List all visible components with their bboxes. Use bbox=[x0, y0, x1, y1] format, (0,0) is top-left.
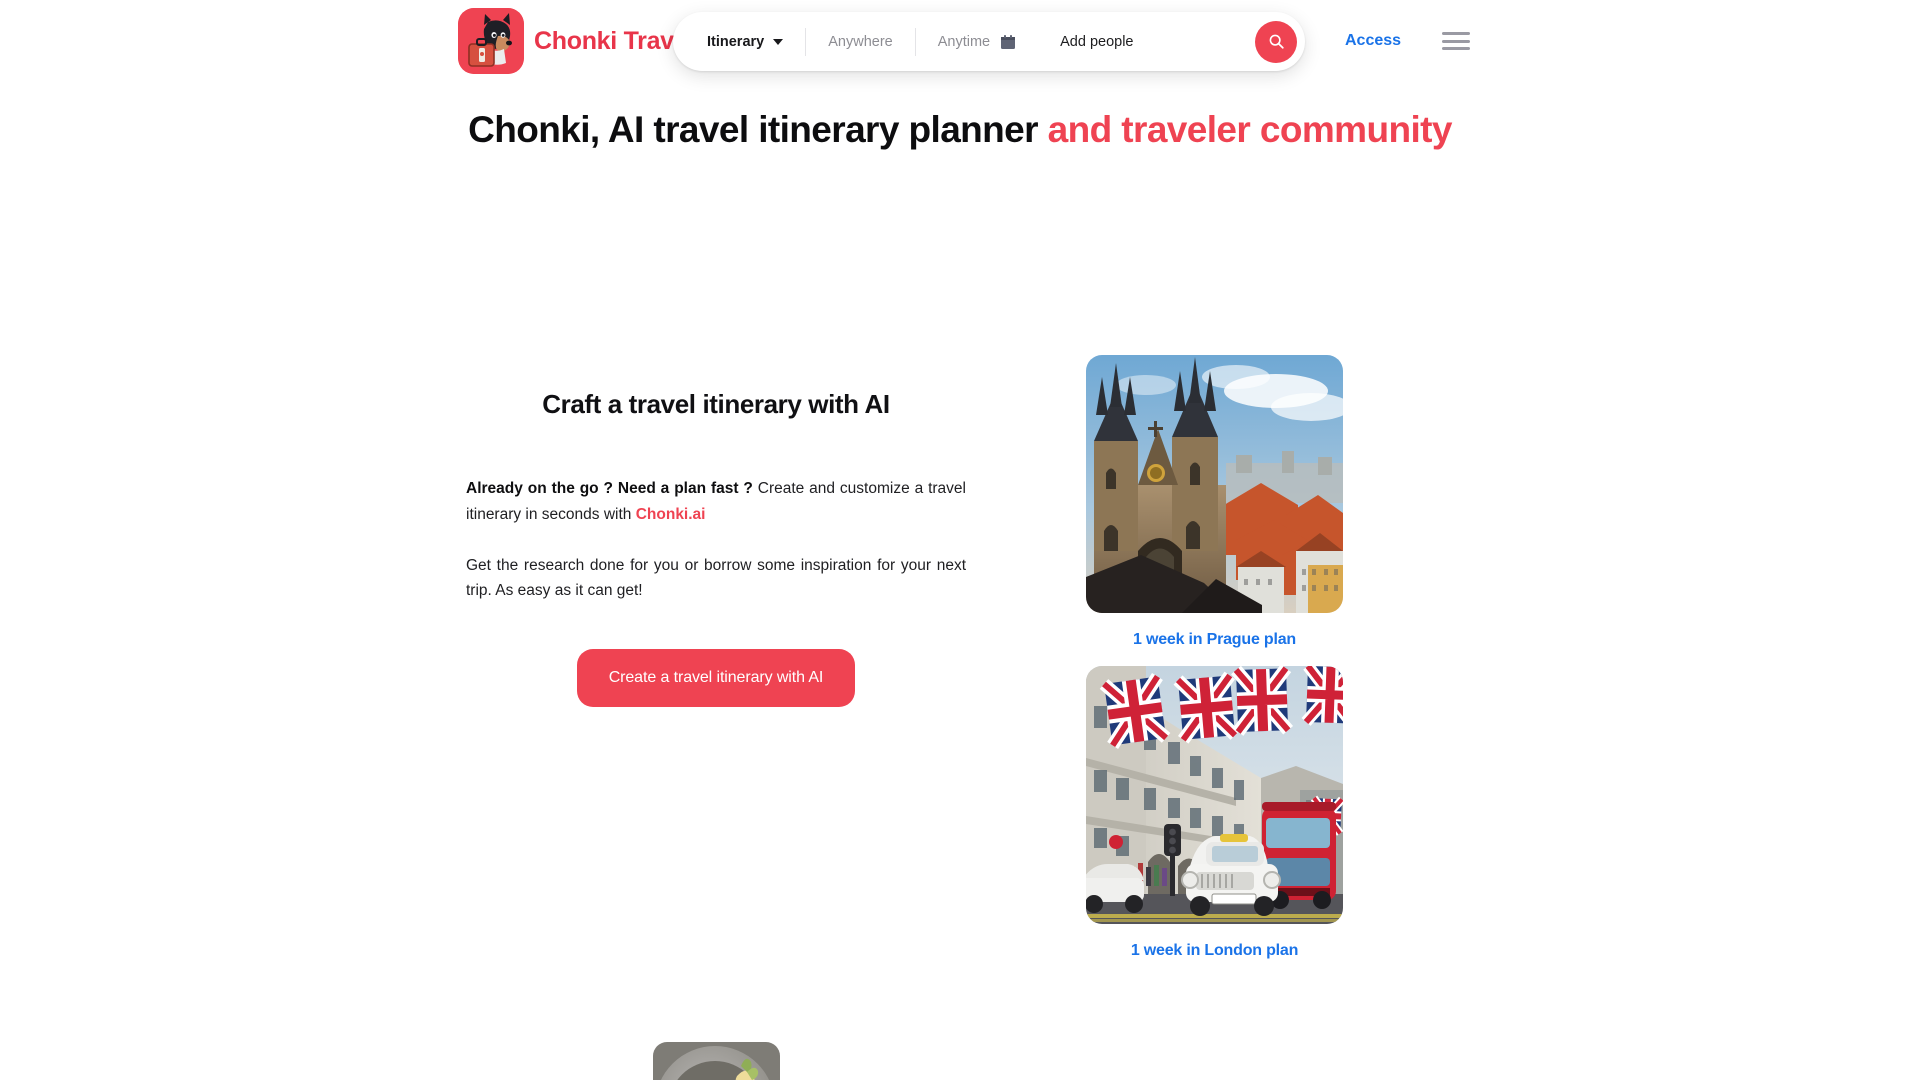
search-type-label: Itinerary bbox=[707, 33, 765, 50]
search-submit-button[interactable] bbox=[1255, 20, 1297, 63]
headline-main: Chonki, AI travel itinerary planner bbox=[468, 109, 1038, 150]
access-link[interactable]: Access bbox=[1345, 32, 1401, 50]
page-headline: Chonki, AI travel itinerary planner and … bbox=[0, 108, 1920, 152]
community-card-new-york-food[interactable]: VP New York favorite food (11 saved loca… bbox=[536, 1042, 896, 1080]
hamburger-bar-1 bbox=[1442, 32, 1470, 35]
plated-steak-dish-photo bbox=[652, 1042, 780, 1080]
search-date-input[interactable]: Anytime bbox=[916, 12, 1038, 71]
london-regent-street-photo bbox=[1086, 666, 1343, 925]
brand-name: Chonki Travel bbox=[534, 26, 695, 55]
intro-paragraph: Already on the go ? Need a plan fast ? C… bbox=[466, 476, 966, 526]
plan-card-prague[interactable]: 1 week in Prague plan bbox=[1086, 355, 1343, 649]
hamburger-bar-3 bbox=[1442, 47, 1470, 50]
search-bar[interactable]: Itinerary Anywhere Anytime Add people bbox=[673, 12, 1305, 71]
hamburger-menu-icon[interactable] bbox=[1442, 30, 1470, 52]
prague-tyn-church-photo bbox=[1086, 355, 1343, 614]
search-destination-placeholder: Anywhere bbox=[828, 33, 893, 50]
secondary-paragraph: Get the research done for you or borrow … bbox=[466, 556, 966, 599]
search-date-placeholder: Anytime bbox=[937, 33, 991, 50]
chevron-down-icon bbox=[773, 38, 784, 45]
intro-paragraph-bold: Already on the go ? Need a plan fast ? bbox=[466, 480, 753, 498]
site-header: Chonki Travel Itinerary Anywhere Anytime… bbox=[0, 0, 1920, 88]
dog-with-suitcase-logo-icon bbox=[458, 8, 524, 74]
plan-card-london[interactable]: 1 week in London plan bbox=[1086, 666, 1343, 960]
plan-caption: 1 week in London plan bbox=[1130, 942, 1299, 960]
chonki-ai-link[interactable]: Chonki.ai bbox=[636, 506, 706, 523]
calendar-icon bbox=[1001, 34, 1016, 49]
ai-itinerary-section: Craft a travel itinerary with AI Already… bbox=[466, 389, 966, 707]
plan-caption: 1 week in Prague plan bbox=[1133, 631, 1296, 649]
community-media: VP bbox=[652, 1042, 780, 1080]
section-title: Craft a travel itinerary with AI bbox=[542, 389, 890, 420]
search-icon bbox=[1269, 34, 1284, 49]
create-itinerary-button[interactable]: Create a travel itinerary with AI bbox=[576, 648, 856, 707]
brand-logo-link[interactable]: Chonki Travel bbox=[458, 8, 694, 74]
search-destination-input[interactable]: Anywhere bbox=[806, 12, 914, 71]
search-people-placeholder: Add people bbox=[1060, 33, 1134, 50]
hamburger-bar-2 bbox=[1442, 39, 1470, 43]
search-people-input[interactable]: Add people bbox=[1038, 12, 1155, 71]
cta-container: Create a travel itinerary with AI bbox=[466, 648, 966, 707]
search-type-selector[interactable]: Itinerary bbox=[673, 12, 805, 71]
headline-accent: and traveler community bbox=[1037, 109, 1453, 150]
